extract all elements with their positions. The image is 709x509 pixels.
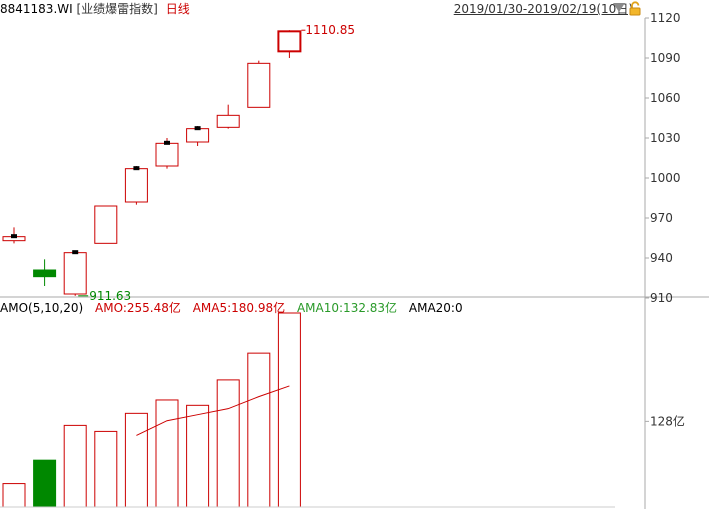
price-tick-label: 1000 [650, 171, 681, 185]
candle-body [155, 142, 179, 167]
amo-bar [33, 459, 57, 508]
candle-body [247, 62, 271, 108]
amo-bar [277, 312, 301, 508]
price-tick-label: 970 [650, 211, 673, 225]
candle-body [94, 205, 118, 244]
amo-tick-label: 128亿 [650, 413, 685, 428]
price-tick-label: 1060 [650, 91, 681, 105]
amo-bar [155, 399, 179, 508]
amo-bar [124, 412, 148, 508]
amo-bar [63, 424, 87, 508]
amo-bar [186, 404, 210, 508]
chart-window: 8841183.WI [业绩爆雷指数] 日线 2019/01/30-2019/0… [0, 0, 709, 509]
price-tick-label: 910 [650, 291, 673, 305]
candle-marker [164, 140, 170, 145]
candle-body [277, 30, 302, 53]
high-value-label: 1110.85 [305, 23, 355, 37]
candle-body [63, 252, 87, 295]
price-tick-label: 940 [650, 251, 673, 265]
candle-marker [11, 234, 17, 239]
amo-bar [216, 379, 240, 508]
price-tick-label: 1120 [650, 11, 681, 25]
candle-body [124, 168, 148, 203]
candle-marker [133, 166, 140, 171]
price-tick-label: 1030 [650, 131, 681, 145]
candle-marker [72, 250, 79, 255]
candle-body [33, 269, 57, 278]
candle-body [186, 128, 210, 143]
amo-bar [94, 430, 118, 508]
amo-bar [2, 483, 26, 508]
candle-marker [194, 126, 201, 131]
low-value-label: 911.63 [89, 289, 131, 303]
candle-body [216, 114, 240, 128]
price-tick-label: 1090 [650, 51, 681, 65]
price-chart[interactable]: 1120 1090 1060 1030 1000 970 940 910 1110.85 911.… [0, 0, 709, 509]
amo-bar [247, 352, 271, 508]
